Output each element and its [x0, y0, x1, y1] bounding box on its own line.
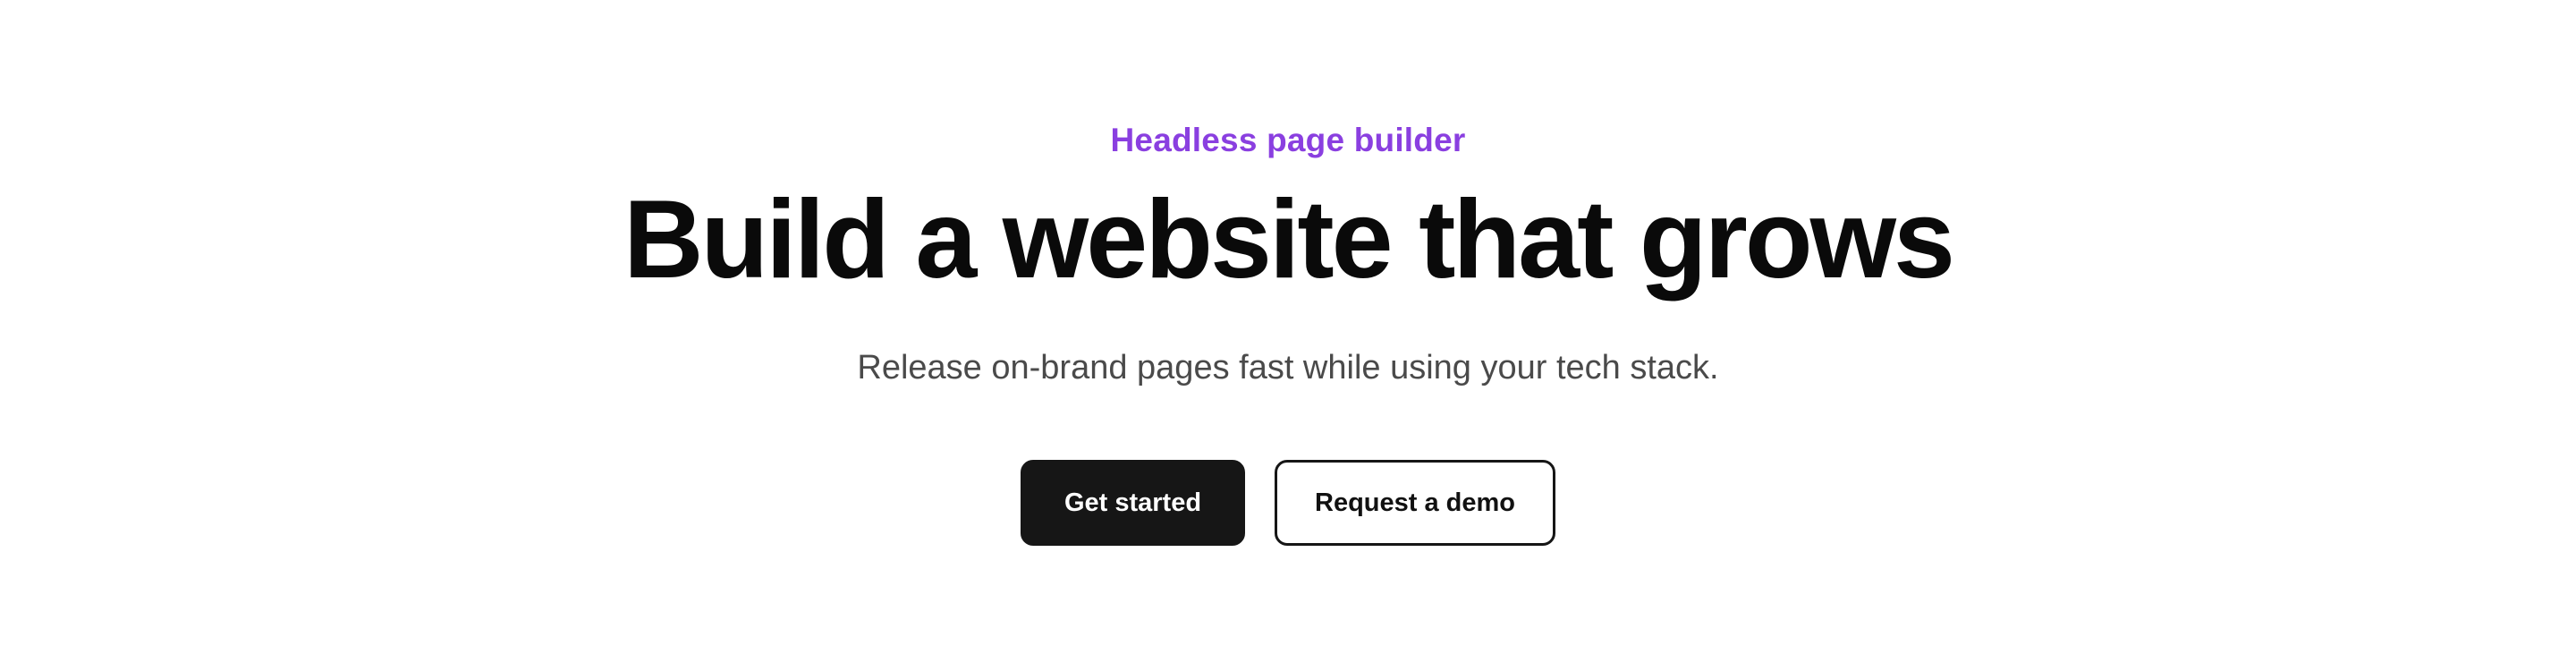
hero-subheadline: Release on-brand pages fast while using …: [857, 349, 1719, 386]
get-started-button[interactable]: Get started: [1021, 460, 1245, 546]
eyebrow-label: Headless page builder: [1110, 122, 1466, 158]
hero-headline: Build a website that grows: [623, 178, 1955, 302]
cta-group: Get started Request a demo: [1021, 460, 1555, 546]
hero-section: Headless page builder Build a website th…: [0, 0, 2576, 671]
request-demo-button[interactable]: Request a demo: [1275, 460, 1555, 546]
